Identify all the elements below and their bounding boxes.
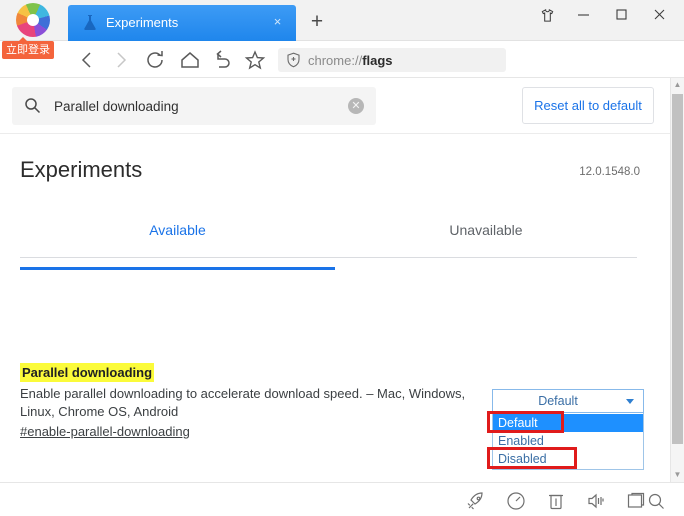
maximize-icon[interactable] <box>608 8 634 32</box>
annotation-box-default <box>487 411 564 433</box>
browser-tab-experiments[interactable]: Experiments × <box>68 5 296 41</box>
forward-button[interactable] <box>108 48 132 72</box>
flag-title: Parallel downloading <box>20 363 155 382</box>
tab-title: Experiments <box>106 15 179 30</box>
annotation-box-disabled <box>487 447 577 469</box>
page-content: Parallel downloading ✕ Reset all to defa… <box>0 78 670 482</box>
search-input-value: Parallel downloading <box>54 99 179 114</box>
flag-state-select-value: Default <box>538 394 578 408</box>
search-input[interactable]: Parallel downloading ✕ <box>12 87 376 125</box>
flags-search-row: Parallel downloading ✕ Reset all to defa… <box>0 78 670 134</box>
clear-search-icon[interactable]: ✕ <box>348 98 364 114</box>
reload-button[interactable] <box>143 48 167 72</box>
flag-description: Enable parallel downloading to accelerat… <box>20 386 466 419</box>
minimize-icon[interactable] <box>570 8 596 32</box>
speaker-icon[interactable] <box>585 490 607 512</box>
flag-state-select[interactable]: Default <box>492 389 644 413</box>
pinwheel-logo-icon <box>16 3 50 37</box>
address-bar[interactable]: chrome://flags <box>278 48 506 72</box>
find-icon[interactable] <box>645 490 667 512</box>
rocket-icon[interactable] <box>465 490 487 512</box>
new-tab-button[interactable]: + <box>305 10 329 34</box>
trash-icon[interactable] <box>545 490 567 512</box>
close-window-icon[interactable] <box>646 8 672 32</box>
address-text: chrome://flags <box>308 53 393 68</box>
scrollbar-thumb[interactable] <box>672 94 683 444</box>
flask-icon <box>82 14 98 31</box>
tab-available[interactable]: Available <box>20 220 335 270</box>
version-label: 12.0.1548.0 <box>579 166 640 178</box>
bottom-toolbar <box>0 482 684 516</box>
tshirt-icon[interactable] <box>534 8 560 32</box>
scroll-down-icon[interactable]: ▼ <box>671 468 684 482</box>
flags-tabs: Available Unavailable <box>20 208 637 270</box>
tab-unavailable[interactable]: Unavailable <box>335 220 637 258</box>
speedometer-icon[interactable] <box>505 490 527 512</box>
restore-button[interactable] <box>211 48 235 72</box>
chevron-down-icon <box>626 399 634 404</box>
close-icon[interactable]: × <box>271 15 284 29</box>
page-header: Experiments 12.0.1548.0 <box>0 134 670 208</box>
vertical-scrollbar[interactable]: ▲ ▼ <box>670 78 684 482</box>
window-split-icon[interactable] <box>625 490 647 512</box>
home-button[interactable] <box>178 48 202 72</box>
reset-all-to-default-button[interactable]: Reset all to default <box>522 87 654 124</box>
bookmark-star-icon[interactable] <box>243 48 267 72</box>
scroll-up-icon[interactable]: ▲ <box>671 78 684 92</box>
page-title: Experiments <box>20 157 143 182</box>
login-badge[interactable]: 立即登录 <box>2 37 54 59</box>
search-icon <box>24 97 41 119</box>
brand-logo[interactable] <box>8 1 64 41</box>
title-bar: 立即登录 Experiments × + <box>0 0 684 59</box>
back-button[interactable] <box>76 48 100 72</box>
flag-permalink[interactable]: #enable-parallel-downloading <box>20 423 190 441</box>
shield-plus-icon <box>286 52 301 68</box>
navigation-bar: chrome://flags <box>0 41 684 109</box>
